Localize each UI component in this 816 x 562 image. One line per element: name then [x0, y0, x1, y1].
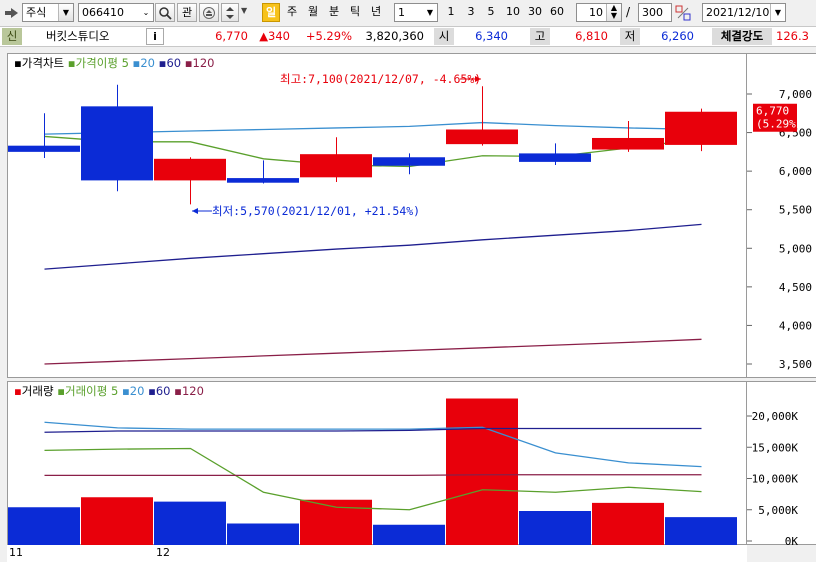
chevron-down-icon[interactable]: ▼ — [58, 4, 73, 21]
favorite-button[interactable]: 관 — [177, 3, 197, 22]
arrows-icon — [203, 7, 215, 19]
total-count-input[interactable]: 300 — [638, 3, 672, 22]
tab-tick[interactable]: 틱 — [346, 3, 364, 22]
chevron-down-icon[interactable]: ▼ — [423, 4, 437, 21]
up-down-icon — [226, 7, 234, 19]
interval-5-button[interactable]: 5 — [483, 3, 499, 22]
count-separator: / — [626, 5, 631, 19]
x-label-dec: 12 — [156, 546, 170, 559]
legend-vol-ma-120[interactable]: ▪120 — [174, 384, 204, 398]
display-count-input[interactable]: 10 ▲ ▼ — [576, 3, 622, 22]
count-spinner-icon[interactable]: ▲ ▼ — [606, 4, 621, 21]
chevron-down-icon[interactable]: ▼ — [241, 6, 251, 20]
legend-ma-20[interactable]: ▪20 — [133, 56, 155, 70]
change-percent: +5.29% — [305, 29, 352, 43]
legend-price-ma[interactable]: ▪가격이평 5 — [68, 56, 129, 70]
date-select[interactable]: 2021/12/10 ▼ — [702, 3, 786, 22]
toolbar: 주식 ▼ 066410 ⌄ 관 ▼ 일 주 월 분 틱 년 1 ▼ 1 3 5 … — [0, 0, 816, 26]
interval-select[interactable]: 1 ▼ — [394, 3, 438, 22]
screen-link-icon[interactable] — [5, 6, 21, 20]
price-axis[interactable] — [747, 53, 816, 378]
strength-value: 126.3 — [776, 29, 809, 43]
stock-code-input[interactable]: 066410 ⌄ — [78, 3, 154, 22]
volume-value: 3,820,360 — [365, 29, 424, 43]
legend-ma-120[interactable]: ▪120 — [185, 56, 215, 70]
legend-vol-ma-60[interactable]: ▪60 — [148, 384, 170, 398]
market-select-value: 주식 — [26, 6, 47, 19]
strength-label: 체결강도 — [712, 28, 772, 45]
prev-next-stepper[interactable] — [221, 3, 239, 22]
tab-week[interactable]: 주 — [283, 3, 301, 22]
legend-vol-ma-20[interactable]: ▪20 — [122, 384, 144, 398]
volume-legend: ▪거래량 ▪거래이평 5 ▪20 ▪60 ▪120 — [14, 383, 204, 399]
x-axis: 11 12 — [7, 545, 747, 562]
search-icon — [159, 7, 172, 20]
volume-chart-panel[interactable] — [7, 381, 747, 545]
current-price: 6,770 — [215, 29, 248, 43]
display-count-value: 10 — [589, 6, 603, 19]
interval-value: 1 — [398, 6, 405, 19]
interval-3-button[interactable]: 3 — [463, 3, 479, 22]
tab-day[interactable]: 일 — [262, 3, 280, 22]
quote-bar: 신 버킷스튜디오 i 6,770 ▲340 +5.29% 3,820,360 시… — [0, 26, 816, 47]
chevron-down-icon[interactable]: ⌄ — [139, 4, 153, 21]
open-label: 시 — [434, 28, 454, 45]
high-label: 고 — [530, 28, 550, 45]
volume-axis[interactable] — [747, 381, 816, 545]
legend-ma-60[interactable]: ▪60 — [159, 56, 181, 70]
legend-price-chart[interactable]: ▪가격차트 — [14, 56, 64, 70]
tab-month[interactable]: 월 — [304, 3, 322, 22]
zoom-icon[interactable] — [675, 5, 691, 21]
price-change: ▲340 — [259, 29, 290, 43]
interval-60-button[interactable]: 60 — [547, 3, 567, 22]
info-button[interactable]: i — [146, 28, 164, 45]
market-select[interactable]: 주식 ▼ — [22, 3, 74, 22]
x-label-nov: 11 — [9, 546, 23, 559]
open-price: 6,340 — [475, 29, 508, 43]
interval-10-button[interactable]: 10 — [503, 3, 523, 22]
stock-code-value: 066410 — [82, 6, 124, 19]
tab-minute[interactable]: 분 — [325, 3, 343, 22]
date-value: 2021/12/10 — [706, 6, 770, 19]
interval-1-button[interactable]: 1 — [443, 3, 459, 22]
tab-year[interactable]: 년 — [367, 3, 385, 22]
high-price: 6,810 — [575, 29, 608, 43]
interval-30-button[interactable]: 30 — [525, 3, 545, 22]
legend-volume-ma[interactable]: ▪거래이평 5 — [57, 384, 118, 398]
legend-volume[interactable]: ▪거래량 — [14, 384, 54, 398]
low-label: 저 — [620, 28, 640, 45]
low-price: 6,260 — [661, 29, 694, 43]
link-button[interactable] — [199, 3, 219, 22]
price-chart-panel[interactable] — [7, 53, 747, 378]
total-count-value: 300 — [642, 6, 663, 19]
price-legend: ▪가격차트 ▪가격이평 5 ▪20 ▪60 ▪120 — [14, 55, 214, 71]
search-button[interactable] — [155, 3, 175, 22]
stock-name[interactable]: 버킷스튜디오 — [46, 27, 146, 46]
chevron-down-icon[interactable]: ▼ — [770, 4, 785, 21]
credit-badge[interactable]: 신 — [2, 28, 22, 45]
